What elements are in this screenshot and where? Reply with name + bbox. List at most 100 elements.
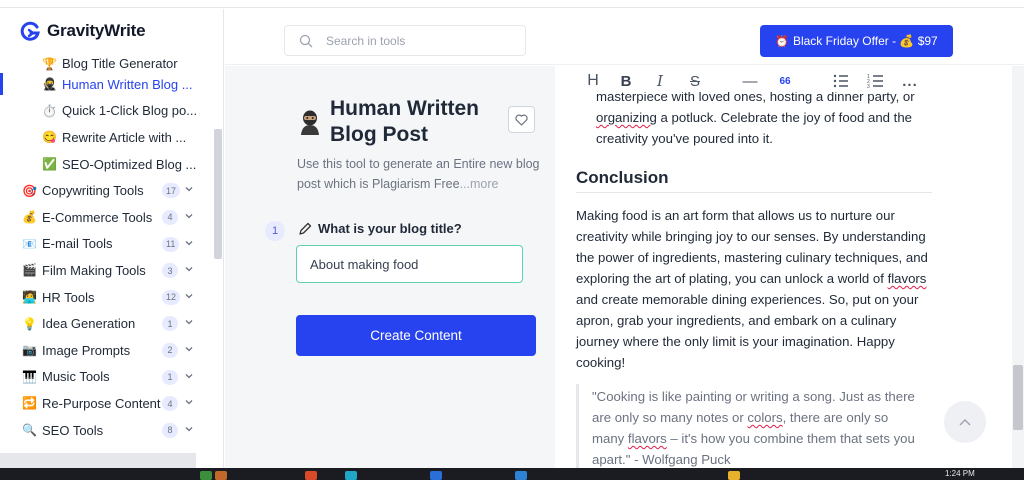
quote-button[interactable]: 66 xyxy=(777,72,793,90)
bold-button[interactable]: B xyxy=(620,72,632,90)
check-mark-icon: ✅ xyxy=(42,157,57,172)
sidebar-category-image-prompts[interactable]: 📷 Image Prompts 2 xyxy=(0,337,212,364)
sidebar-nav: 🏆 Blog Title Generator 🥷 Human Written B… xyxy=(0,57,212,443)
horizontal-rule-button[interactable]: — xyxy=(741,72,759,90)
conclusion-heading: Conclusion xyxy=(576,168,669,187)
quote-text: "Cooking is like painting or writing a s… xyxy=(592,389,915,467)
stopwatch-icon: ⏱️ xyxy=(42,103,57,118)
sidebar-item-blog-title-generator[interactable]: 🏆 Blog Title Generator xyxy=(0,57,212,71)
sidebar-category-idea-generation[interactable]: 💡 Idea Generation 1 xyxy=(0,310,212,337)
app-icon[interactable] xyxy=(345,471,357,480)
chevron-down-icon[interactable] xyxy=(184,238,194,248)
pencil-icon xyxy=(299,222,312,235)
count-badge: 4 xyxy=(162,209,178,225)
gravitywrite-logo-icon xyxy=(20,21,40,41)
strikethrough-button[interactable]: S xyxy=(688,72,702,90)
app-icon[interactable] xyxy=(728,471,740,480)
brand-name: GravityWrite xyxy=(47,21,146,40)
sidebar-category-seo[interactable]: 🔍 SEO Tools 8 xyxy=(0,417,212,444)
chevron-down-icon[interactable] xyxy=(184,371,194,381)
create-content-button[interactable]: Create Content xyxy=(296,315,536,356)
sidebar-category-film-making[interactable]: 🎬 Film Making Tools 3 xyxy=(0,257,212,284)
sidebar-category-hr[interactable]: 🧑‍💻 HR Tools 12 xyxy=(0,284,212,311)
sidebar-category-copywriting[interactable]: 🎯 Copywriting Tools 17 xyxy=(0,177,212,204)
read-more-link[interactable]: ...more xyxy=(460,177,499,191)
sidebar: GravityWrite 🏆 Blog Title Generator 🥷 Hu… xyxy=(0,9,224,468)
app-icon[interactable] xyxy=(430,471,442,480)
spellcheck-mark: flavors xyxy=(887,271,927,286)
count-badge: 1 xyxy=(162,369,178,385)
chevron-down-icon[interactable] xyxy=(184,211,194,221)
tool-title: Human Written Blog Post xyxy=(330,96,479,148)
sidebar-category-label: Idea Generation xyxy=(42,316,136,332)
sidebar-category-label: E-Commerce Tools xyxy=(42,209,153,225)
chevron-down-icon[interactable] xyxy=(184,344,194,354)
ninja-icon xyxy=(298,109,322,135)
spellcheck-mark: flavors xyxy=(627,431,667,446)
favorite-button[interactable] xyxy=(508,106,535,133)
description-text: Use this tool to generate an Entire new … xyxy=(297,157,540,191)
page-scrollbar-thumb[interactable] xyxy=(1013,365,1023,430)
italic-button[interactable]: I xyxy=(655,72,665,90)
chevron-down-icon[interactable] xyxy=(184,291,194,301)
piano-icon: 🎹 xyxy=(22,369,37,384)
offer-label: Black Friday Offer - 💰 $97 xyxy=(792,34,938,48)
heading-button[interactable]: H xyxy=(586,72,600,90)
divider xyxy=(576,192,932,193)
sidebar-category-music[interactable]: 🎹 Music Tools 1 xyxy=(0,364,212,391)
black-friday-offer-button[interactable]: ⏰ Black Friday Offer - 💰 $97 xyxy=(760,25,953,57)
technologist-icon: 🧑‍💻 xyxy=(22,290,37,305)
count-badge: 17 xyxy=(162,183,181,199)
camera-icon: 📷 xyxy=(22,343,37,358)
svg-text:3: 3 xyxy=(867,84,870,90)
trophy-icon: 🏆 xyxy=(42,57,57,71)
step-number-badge: 1 xyxy=(265,221,285,241)
sidebar-scrollbar[interactable] xyxy=(214,129,222,259)
target-icon: 🎯 xyxy=(22,183,37,198)
chevron-up-icon xyxy=(959,419,971,426)
chevron-down-icon[interactable] xyxy=(184,424,194,434)
app-icon[interactable] xyxy=(305,471,317,480)
app-icon[interactable] xyxy=(200,471,212,480)
alarm-clock-icon: ⏰ xyxy=(775,35,789,48)
chevron-down-icon[interactable] xyxy=(184,397,194,407)
chevron-down-icon[interactable] xyxy=(184,317,194,327)
conclusion-paragraph: Making food is an art form that allows u… xyxy=(576,208,928,370)
sidebar-category-label: Music Tools xyxy=(42,369,110,385)
numbered-list-icon[interactable]: 123 xyxy=(867,72,884,90)
app-icon[interactable] xyxy=(515,471,527,480)
ninja-icon: 🥷 xyxy=(42,77,57,92)
sidebar-category-ecommerce[interactable]: 💰 E-Commerce Tools 4 xyxy=(0,204,212,231)
blog-title-input[interactable]: About making food xyxy=(296,245,523,283)
sidebar-item-human-written-blog[interactable]: 🥷 Human Written Blog ... xyxy=(0,71,212,98)
chevron-down-icon[interactable] xyxy=(184,184,194,194)
bullet-list-icon[interactable] xyxy=(833,72,849,90)
sidebar-item-seo-optimized-blog[interactable]: ✅ SEO-Optimized Blog ... xyxy=(0,151,212,178)
taskbar-clock: 1:24 PM xyxy=(945,469,975,478)
sidebar-category-repurpose[interactable]: 🔁 Re-Purpose Content 4 xyxy=(0,390,212,417)
sidebar-item-label: Rewrite Article with ... xyxy=(62,129,187,145)
app-icon[interactable] xyxy=(215,471,227,480)
sidebar-category-label: SEO Tools xyxy=(42,422,104,438)
sidebar-item-quick-blog[interactable]: ⏱️ Quick 1-Click Blog po... xyxy=(0,98,212,125)
brand-logo[interactable]: GravityWrite xyxy=(20,20,146,42)
spellcheck-mark: organizing xyxy=(596,110,657,125)
blog-title-question: What is your blog title? xyxy=(298,221,462,236)
tool-title-line-1: Human Written xyxy=(330,97,479,120)
sidebar-category-email[interactable]: 📧 E-mail Tools 11 xyxy=(0,231,212,258)
sidebar-item-label: Quick 1-Click Blog po... xyxy=(62,103,198,119)
sidebar-category-label: Image Prompts xyxy=(42,342,131,358)
search-input[interactable]: Search in tools xyxy=(284,25,526,56)
scroll-to-top-button[interactable] xyxy=(944,401,986,443)
sidebar-item-rewrite-article[interactable]: 😋 Rewrite Article with ... xyxy=(0,124,212,151)
magnifier-icon: 🔍 xyxy=(22,423,37,438)
count-badge: 3 xyxy=(162,263,178,279)
more-options-button[interactable]: ... xyxy=(901,72,919,90)
email-icon: 📧 xyxy=(22,236,37,251)
chevron-down-icon[interactable] xyxy=(184,264,194,274)
lightbulb-icon: 💡 xyxy=(22,316,37,331)
spellcheck-mark: colors xyxy=(747,410,783,425)
sidebar-category-label: HR Tools xyxy=(42,289,95,305)
sidebar-footer-bar xyxy=(0,453,196,468)
film-icon: 🎬 xyxy=(22,263,37,278)
